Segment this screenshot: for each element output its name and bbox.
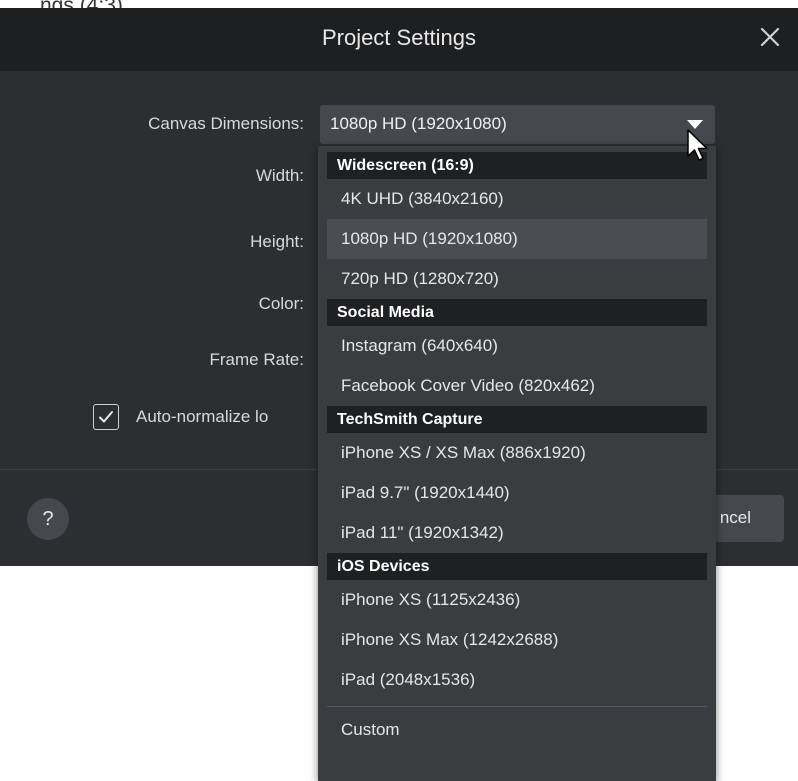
auto-normalize-label: Auto-normalize lo	[136, 407, 269, 426]
checkmark-icon	[99, 411, 113, 423]
canvas-dimensions-select[interactable]: 1080p HD (1920x1080)	[320, 105, 715, 144]
option-custom[interactable]: Custom	[327, 710, 707, 750]
close-icon	[760, 27, 780, 47]
option-ipad-11[interactable]: iPad 11" (1920x1342)	[327, 513, 707, 553]
height-label: Height:	[250, 232, 304, 251]
dialog-title: Project Settings	[321, 25, 477, 50]
option-iphone-xs-max[interactable]: iPhone XS Max (1242x2688)	[327, 620, 707, 660]
color-label: Color:	[258, 294, 304, 313]
close-button[interactable]	[756, 23, 784, 51]
option-instagram[interactable]: Instagram (640x640)	[327, 326, 707, 366]
canvas-dimensions-value: 1080p HD (1920x1080)	[330, 114, 507, 133]
group-header-techsmith-capture: TechSmith Capture	[327, 406, 707, 433]
option-ipad-9-7[interactable]: iPad 9.7" (1920x1440)	[327, 473, 707, 513]
mouse-pointer-icon	[687, 129, 708, 161]
option-ipad[interactable]: iPad (2048x1536)	[327, 660, 707, 700]
option-720p-hd[interactable]: 720p HD (1280x720)	[327, 259, 707, 299]
option-iphone-xs-xs-max-capture[interactable]: iPhone XS / XS Max (886x1920)	[327, 433, 707, 473]
option-iphone-xs[interactable]: iPhone XS (1125x2436)	[327, 580, 707, 620]
canvas-dimensions-label: Canvas Dimensions:	[148, 114, 304, 133]
option-1080p-hd[interactable]: 1080p HD (1920x1080)	[327, 219, 707, 259]
group-header-widescreen: Widescreen (16:9)	[327, 152, 707, 179]
dialog-titlebar: Project Settings	[0, 8, 798, 71]
option-4k-uhd[interactable]: 4K UHD (3840x2160)	[327, 179, 707, 219]
group-header-social-media: Social Media	[327, 299, 707, 326]
canvas-dimensions-dropdown: Widescreen (16:9) 4K UHD (3840x2160) 108…	[318, 146, 716, 781]
dropdown-separator	[327, 706, 707, 707]
width-label: Width:	[255, 166, 304, 185]
help-button[interactable]: ?	[27, 498, 69, 540]
option-facebook-cover-video[interactable]: Facebook Cover Video (820x462)	[327, 366, 707, 406]
group-header-ios-devices: iOS Devices	[327, 553, 707, 580]
screenshot-root: ngs (4:3) Project Settings Canvas Dimens…	[0, 0, 798, 781]
auto-normalize-checkbox[interactable]	[93, 404, 119, 430]
cancel-button-label: ncel	[719, 508, 751, 527]
frame-rate-label: Frame Rate:	[209, 350, 304, 369]
